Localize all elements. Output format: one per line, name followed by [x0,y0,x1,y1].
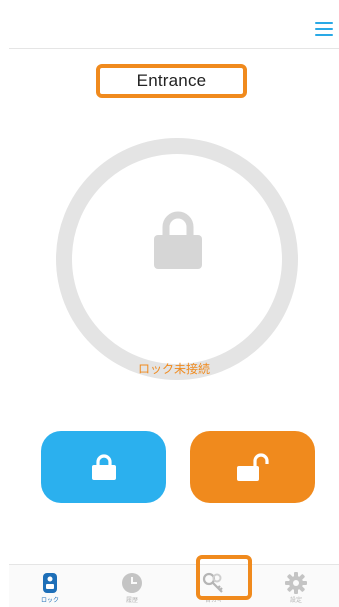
device-name: Entrance [136,71,207,90]
tab-label-settings: 設定 [289,597,302,604]
app-screen: Entrance ロック未接続 ロック 履歴 合カギ 設定 [9,8,339,607]
top-bar [9,8,339,49]
gear-icon [285,572,307,594]
padlock-closed-icon [154,211,202,269]
tab-label-lock: ロック [40,597,59,604]
connection-status: ロック未接続 [137,362,210,376]
hamburger-menu-icon[interactable] [315,22,333,36]
tab-lock[interactable]: ロック [9,565,91,607]
bottom-tab-bar: ロック 履歴 合カギ 設定 [9,564,339,607]
clock-icon [122,573,142,593]
lock-device-icon [43,573,57,593]
tab-settings[interactable]: 設定 [255,565,337,607]
lock-button[interactable] [41,431,166,503]
unlock-button[interactable] [190,431,315,503]
padlock-open-icon [236,453,269,481]
tab-label-history: 履歴 [125,597,138,604]
padlock-closed-icon [91,454,116,480]
device-name-highlight: Entrance [96,64,247,98]
shared-keys-tab-highlight [196,555,252,600]
tab-history[interactable]: 履歴 [91,565,173,607]
